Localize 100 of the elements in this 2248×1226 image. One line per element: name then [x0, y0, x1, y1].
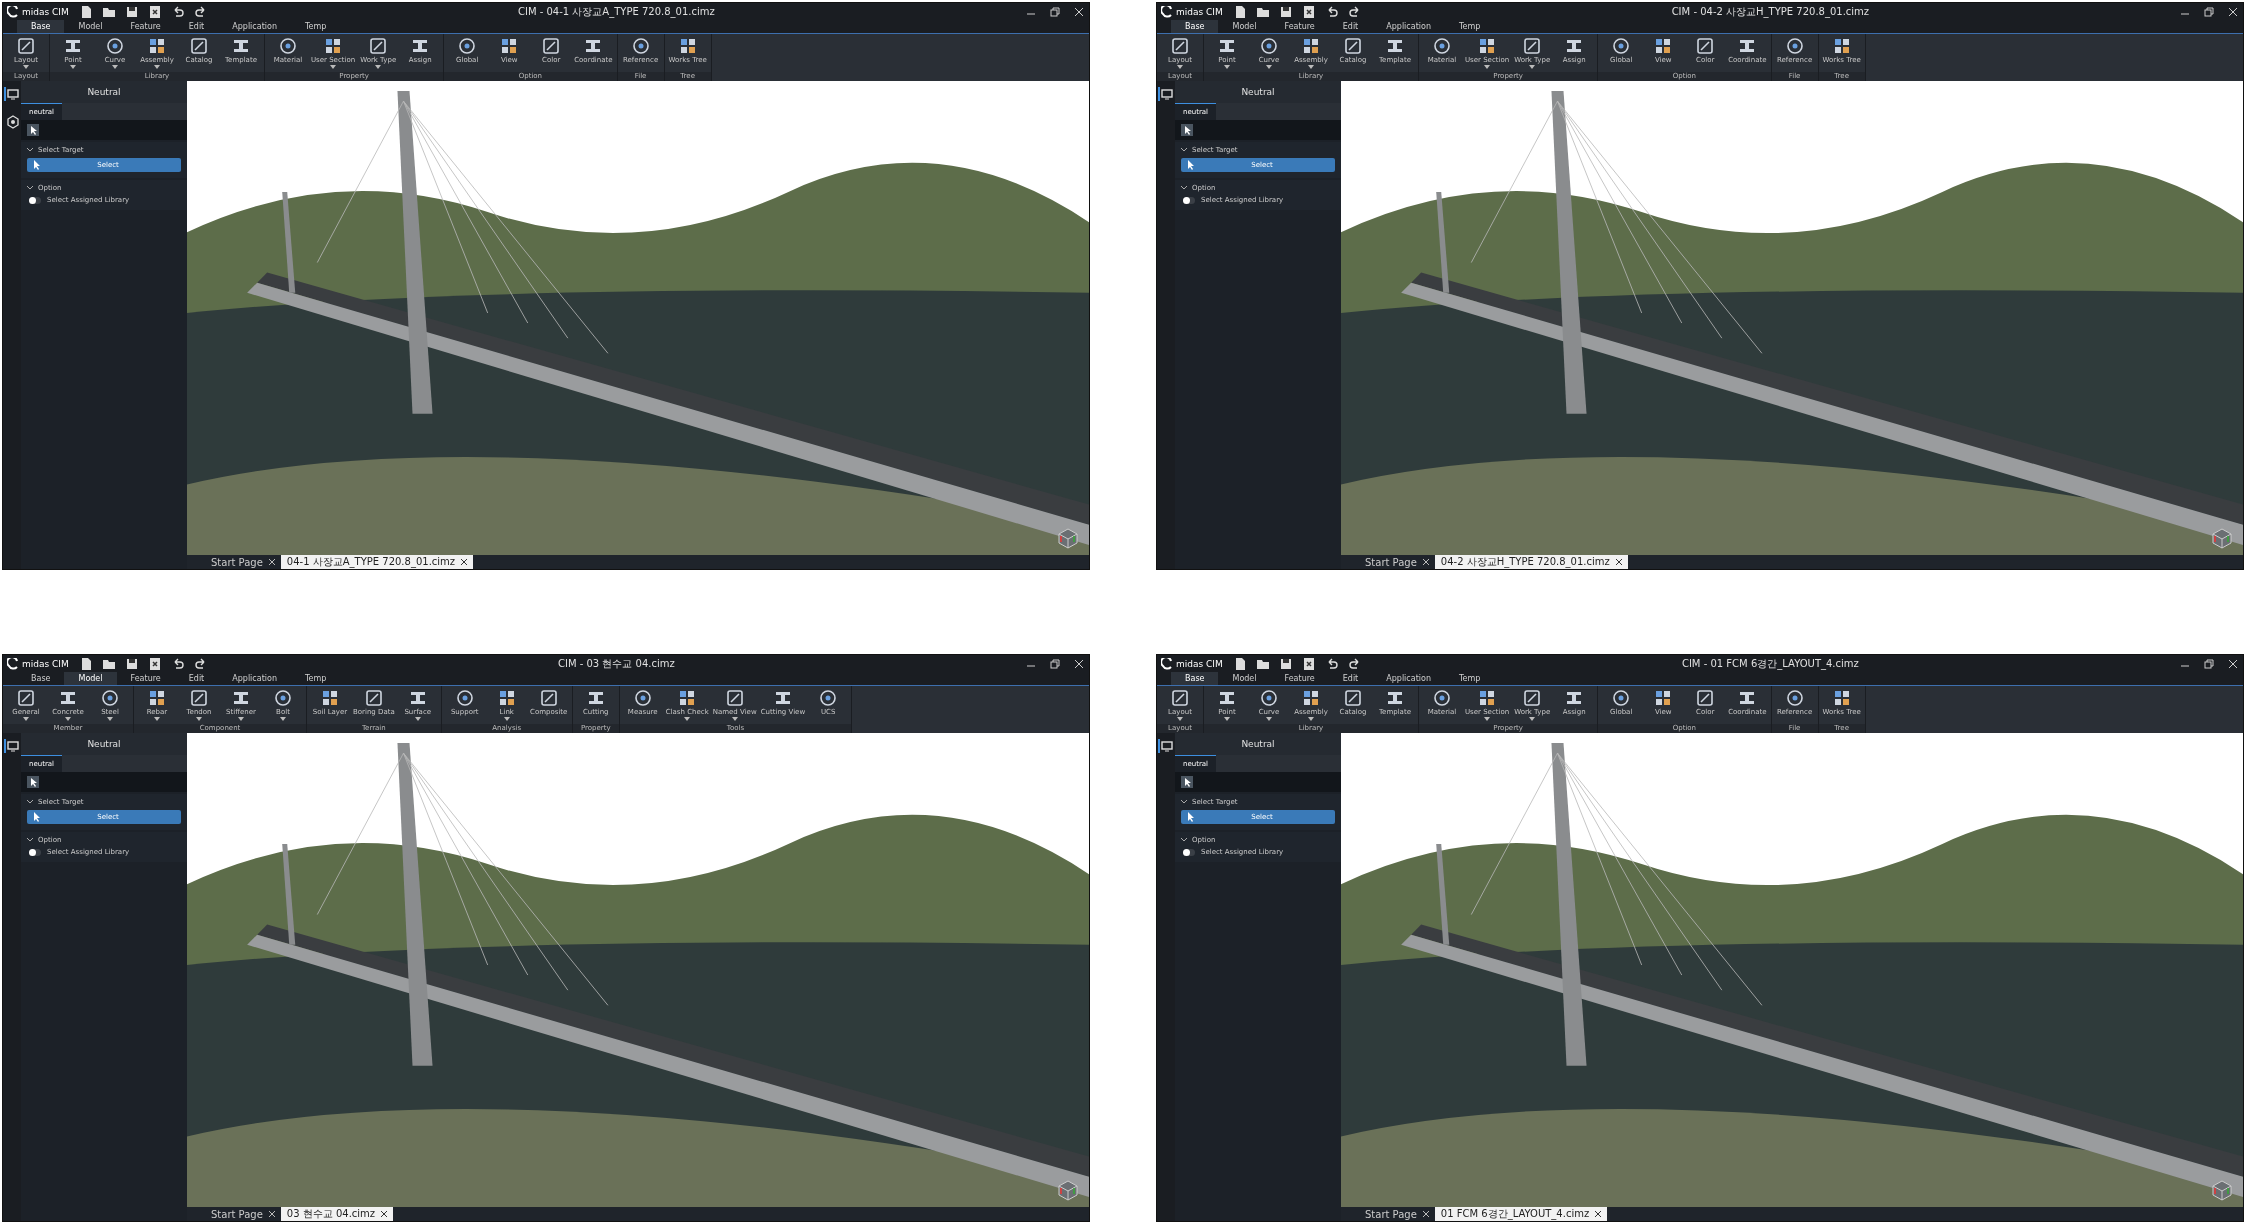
- app-name: midas CIM: [1176, 6, 1223, 17]
- caret-icon: [1529, 717, 1536, 721]
- close-icon[interactable]: [1595, 1211, 1602, 1217]
- menu-tab[interactable]: Model: [64, 20, 117, 33]
- menu-tab[interactable]: Model: [64, 672, 117, 685]
- chevron-down-icon[interactable]: [1181, 837, 1187, 843]
- menu-tab[interactable]: Application: [218, 672, 291, 685]
- menu-tab[interactable]: Edit: [1328, 20, 1373, 33]
- tool-icon: [1784, 36, 1805, 56]
- save-icon[interactable]: [1278, 4, 1293, 19]
- tool-icon: [363, 688, 384, 708]
- close-icon[interactable]: [1422, 559, 1429, 565]
- menu-tab[interactable]: Base: [17, 672, 65, 685]
- tool-icon: [189, 36, 209, 56]
- caret-icon: [684, 717, 691, 721]
- close-icon[interactable]: [1422, 1211, 1429, 1217]
- document-tab[interactable]: Start Page: [205, 555, 281, 569]
- chevron-down-icon[interactable]: [1181, 147, 1187, 153]
- menu-tab[interactable]: Feature: [116, 20, 175, 33]
- tool-icon: [724, 688, 745, 708]
- cursor-icon: [1187, 812, 1195, 822]
- restore-icon[interactable]: [1049, 657, 1061, 670]
- close-icon[interactable]: [268, 1211, 275, 1217]
- chevron-down-icon[interactable]: [27, 185, 33, 191]
- restore-icon[interactable]: [2203, 657, 2215, 670]
- caret-icon: [1266, 717, 1272, 721]
- menu-tab[interactable]: Base: [1171, 672, 1219, 685]
- close-icon[interactable]: [2227, 5, 2239, 18]
- document-tab[interactable]: Start Page: [205, 1207, 281, 1221]
- menu-tab[interactable]: Feature: [116, 672, 175, 685]
- close-file-icon[interactable]: [1301, 4, 1316, 19]
- restore-icon[interactable]: [1049, 5, 1061, 18]
- tool-icon: [16, 36, 36, 56]
- pointer-tool-icon[interactable]: [27, 124, 39, 136]
- app-name: midas CIM: [22, 658, 69, 669]
- menu-tab[interactable]: Model: [1218, 20, 1271, 33]
- document-tab[interactable]: Start Page: [1359, 555, 1435, 569]
- menu-tab[interactable]: Application: [218, 20, 291, 33]
- view-cube-icon[interactable]: [2211, 1179, 2233, 1201]
- menu-tab[interactable]: Temp: [290, 672, 341, 685]
- menu-tab[interactable]: Application: [1372, 20, 1445, 33]
- caret-icon: [1177, 717, 1183, 721]
- menu-tab[interactable]: Model: [1218, 672, 1271, 685]
- close-file-icon[interactable]: [147, 656, 162, 671]
- menu-tab[interactable]: Feature: [1270, 672, 1329, 685]
- toggle-switch[interactable]: [29, 196, 41, 204]
- menu-tab[interactable]: Temp: [1444, 672, 1495, 685]
- tool-icon: [147, 688, 167, 708]
- document-tab[interactable]: 04-2 사장교H_TYPE 720.8_01.cimz: [1434, 555, 1628, 569]
- chevron-down-icon[interactable]: [1181, 799, 1187, 805]
- close-icon[interactable]: [1615, 559, 1622, 565]
- menu-tab[interactable]: Application: [1372, 672, 1445, 685]
- document-tab[interactable]: 01 FCM 6경간_LAYOUT_4.cimz: [1434, 1207, 1608, 1221]
- tool-icon: [278, 36, 298, 56]
- close-icon[interactable]: [1073, 657, 1085, 670]
- close-file-icon[interactable]: [1301, 656, 1316, 671]
- close-icon[interactable]: [268, 559, 275, 565]
- toggle-switch[interactable]: [29, 848, 41, 856]
- close-icon[interactable]: [1073, 5, 1085, 18]
- panel-header: Neutral: [1175, 81, 1341, 103]
- toggle-switch[interactable]: [1183, 848, 1195, 856]
- menu-tab[interactable]: Temp: [290, 20, 341, 33]
- menu-tab[interactable]: Edit: [174, 20, 219, 33]
- restore-icon[interactable]: [2203, 5, 2215, 18]
- view-cube-icon[interactable]: [2211, 527, 2233, 549]
- save-icon[interactable]: [124, 4, 139, 19]
- chevron-down-icon[interactable]: [1181, 185, 1187, 191]
- close-icon[interactable]: [461, 559, 468, 565]
- close-icon[interactable]: [381, 1211, 388, 1217]
- pointer-tool-icon[interactable]: [1181, 776, 1193, 788]
- chevron-down-icon[interactable]: [27, 147, 33, 153]
- pointer-tool-icon[interactable]: [27, 776, 39, 788]
- view-cube-icon[interactable]: [1057, 527, 1079, 549]
- tool-icon: [1301, 36, 1321, 56]
- document-tab[interactable]: Start Page: [1359, 1207, 1435, 1221]
- tool-icon: [368, 36, 389, 56]
- save-icon[interactable]: [124, 656, 139, 671]
- close-icon[interactable]: [2227, 657, 2239, 670]
- caret-icon: [280, 717, 286, 721]
- view-cube-icon[interactable]: [1057, 1179, 1079, 1201]
- tool-icon: [105, 36, 125, 56]
- menu-tab[interactable]: Temp: [1444, 20, 1495, 33]
- tool-icon: [1611, 36, 1632, 56]
- chevron-down-icon[interactable]: [27, 799, 33, 805]
- pointer-tool-icon[interactable]: [1181, 124, 1193, 136]
- chevron-down-icon[interactable]: [27, 837, 33, 843]
- app-logo-icon: [7, 5, 19, 18]
- menu-tab[interactable]: Edit: [174, 672, 219, 685]
- menu-tab[interactable]: Edit: [1328, 672, 1373, 685]
- menu-tab[interactable]: Base: [17, 20, 65, 33]
- menu-tab[interactable]: Base: [1171, 20, 1219, 33]
- document-tab[interactable]: 04-1 사장교A_TYPE 720.8_01.cimz: [280, 555, 474, 569]
- menu-tab[interactable]: Feature: [1270, 20, 1329, 33]
- toggle-switch[interactable]: [1183, 196, 1195, 204]
- app-logo-icon: [1161, 657, 1173, 670]
- close-file-icon[interactable]: [147, 4, 162, 19]
- document-tab[interactable]: 03 현수교 04.cimz: [280, 1207, 394, 1221]
- cursor-icon: [1187, 160, 1195, 170]
- cube-icon[interactable]: [4, 115, 20, 129]
- save-icon[interactable]: [1278, 656, 1293, 671]
